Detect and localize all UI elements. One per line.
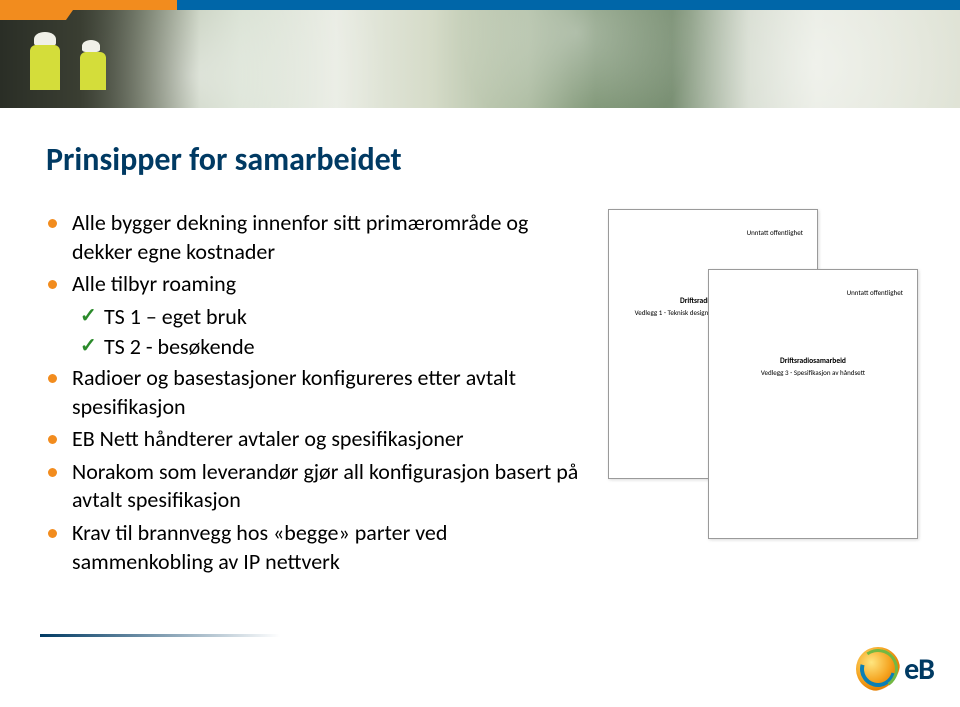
list-item: Radioer og basestasjoner konfigureres et… <box>46 364 588 421</box>
list-subitem: TS 2 - besøkende <box>46 333 588 362</box>
bullet-list: Alle bygger dekning innenfor sitt primær… <box>46 203 588 580</box>
doc-subtitle: Vedlegg 3 - Spesifikasjon av håndsett <box>723 368 903 378</box>
list-item: Norakom som leverandør gjør all konfigur… <box>46 458 588 515</box>
document-thumb-front: Unntatt offentlighet Driftsradiosamarbei… <box>708 269 918 539</box>
header-accent-orange <box>0 0 80 20</box>
brand-logo: eB <box>856 647 934 691</box>
list-item: Krav til brannvegg hos «begge» parter ve… <box>46 519 588 576</box>
doc-title: Driftsradiosamarbeid <box>723 357 903 368</box>
list-item: EB Nett håndterer avtaler og spesifikasj… <box>46 425 588 454</box>
header-banner <box>0 0 960 108</box>
doc-confidential-label: Unntatt offentlighet <box>623 228 803 237</box>
header-accent-stripe <box>70 0 960 10</box>
logo-text: eB <box>904 651 934 688</box>
doc-confidential-label: Unntatt offentlighet <box>723 288 903 297</box>
logo-icon <box>856 647 900 691</box>
document-thumbnails: Unntatt offentlighet Driftsradiosamarbei… <box>608 209 918 539</box>
slide-title: Prinsipper for samarbeidet <box>46 140 918 179</box>
list-item: Alle bygger dekning innenfor sitt primær… <box>46 209 588 266</box>
list-subitem: TS 1 – eget bruk <box>46 303 588 332</box>
footer-divider <box>40 634 280 637</box>
list-item: Alle tilbyr roaming <box>46 270 588 299</box>
